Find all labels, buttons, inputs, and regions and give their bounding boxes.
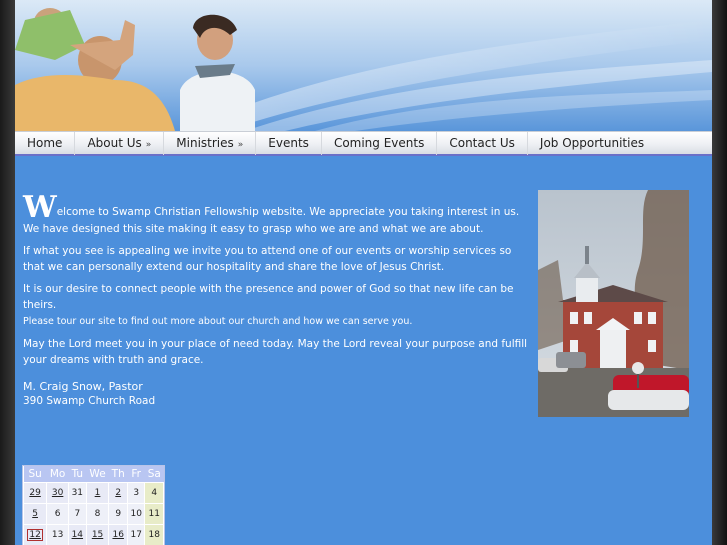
calendar-day-number: 12 [27, 528, 43, 541]
weekday-header: Sa [144, 466, 164, 482]
church-address: 390 Swamp Church Road [23, 395, 156, 407]
calendar-day-number: 4 [151, 487, 158, 498]
calendar-day-today[interactable]: 12 [22, 523, 48, 545]
calendar-day-number: 14 [71, 529, 84, 540]
calendar-week-row: 12 13 14 15 16 17 18 [22, 523, 164, 545]
calendar-day-number: 30 [51, 487, 64, 498]
calendar-day-number: 18 [148, 529, 160, 540]
calendar-day-number: 17 [130, 529, 142, 540]
main-nav: Home About Us» Ministries» Events Coming… [15, 131, 712, 156]
weekday-header: Th [108, 466, 128, 482]
church-photo-image [538, 190, 689, 417]
calendar-day-link[interactable]: 30 [46, 481, 70, 504]
submenu-arrow-icon: » [237, 139, 244, 150]
calendar-body: 29 30 31 1 2 3 4 5 6 7 8 9 10 11 12 13 14 15 16 17 18 [22, 481, 164, 545]
calendar-day-number: 2 [115, 487, 122, 498]
right-frame [712, 0, 727, 545]
invite-paragraph: If what you see is appealing we invite y… [23, 245, 512, 273]
calendar-day: 9 [108, 502, 128, 525]
calendar-day-link[interactable]: 16 [108, 523, 128, 545]
calendar-day: 13 [46, 523, 70, 545]
calendar-day-link[interactable]: 14 [68, 523, 87, 545]
nav-coming-events[interactable]: Coming Events [322, 131, 438, 155]
calendar-day-number: 7 [74, 508, 81, 519]
signature-block: M. Craig Snow, Pastor 390 Swamp Church R… [23, 380, 535, 408]
mission-text: It is our desire to connect people with … [23, 283, 514, 311]
calendar-day: 17 [126, 523, 146, 545]
nav-ministries[interactable]: Ministries» [164, 131, 257, 155]
calendar-day-number: 10 [130, 508, 142, 519]
calendar-day-number: 13 [51, 529, 64, 540]
calendar-day: 31 [68, 481, 87, 504]
calendar-day-link[interactable]: 15 [85, 523, 110, 545]
nav-contact-us-label: Contact Us [449, 135, 515, 150]
nav-job-opportunities[interactable]: Job Opportunities [528, 132, 656, 155]
calendar-day: 6 [46, 502, 70, 525]
calendar-day: 4 [144, 481, 164, 504]
weekday-header: Tu [68, 466, 87, 482]
tour-text: Please tour our site to find out more ab… [23, 316, 413, 327]
weekday-header: Fr [127, 466, 145, 482]
calendar-day: 10 [126, 502, 146, 525]
calendar-day-link[interactable]: 5 [22, 502, 48, 525]
calendar-day-number: 3 [133, 487, 140, 498]
calendar-day-number: 16 [112, 529, 124, 540]
calendar-week-row: 29 30 31 1 2 3 4 [22, 481, 164, 504]
calendar-day-number: 31 [71, 487, 84, 498]
nav-home-label: Home [27, 135, 63, 150]
welcome-paragraph: Welcome to Swamp Christian Fellowship we… [23, 193, 535, 237]
calendar-day-number: 9 [115, 508, 122, 519]
calendar-day: 8 [85, 502, 110, 525]
calendar-day-number: 1 [94, 487, 101, 498]
welcome-text: elcome to Swamp Christian Fellowship web… [23, 206, 520, 235]
calendar-day-number: 6 [54, 508, 61, 519]
calendar-grid: Su Mo Tu We Th Fr Sa 29 30 31 1 2 3 4 5 6 7 8 9 10 11… [22, 466, 164, 545]
header-banner-image [15, 0, 712, 131]
church-photo [538, 190, 689, 417]
blessing-paragraph: May the Lord meet you in your place of n… [23, 338, 528, 366]
nav-about-us-label: About Us [87, 135, 142, 150]
mission-paragraph: It is our desire to connect people with … [23, 281, 535, 330]
calendar-day: 11 [144, 502, 164, 525]
submenu-arrow-icon: » [145, 139, 152, 150]
page: Home About Us» Ministries» Events Coming… [15, 0, 712, 545]
calendar-day-link[interactable]: 2 [108, 481, 128, 504]
nav-coming-events-label: Coming Events [333, 135, 425, 150]
calendar-day-number: 15 [91, 529, 104, 540]
header-banner [15, 0, 712, 131]
nav-about-us[interactable]: About Us» [75, 131, 165, 155]
calendar-day-link[interactable]: 29 [22, 481, 48, 504]
calendar-day: 18 [144, 523, 164, 545]
calendar: Su Mo Tu We Th Fr Sa 29 30 31 1 2 3 4 5 6 7 8 9 10 11… [22, 465, 165, 545]
nav-events-label: Events [268, 135, 309, 150]
calendar-week-row: 5 6 7 8 9 10 11 [22, 502, 164, 525]
nav-ministries-label: Ministries [176, 135, 234, 150]
nav-job-opportunities-label: Job Opportunities [539, 135, 645, 150]
weekday-header: We [86, 466, 109, 482]
calendar-day-link[interactable]: 1 [85, 481, 110, 504]
calendar-day-number: 5 [32, 508, 38, 519]
left-frame [0, 0, 15, 545]
nav-home[interactable]: Home [15, 131, 76, 155]
pastor-name: M. Craig Snow, Pastor [23, 380, 143, 393]
nav-events[interactable]: Events [256, 131, 322, 155]
calendar-day: 3 [126, 481, 146, 504]
calendar-weekday-row: Su Mo Tu We Th Fr Sa [23, 466, 164, 482]
calendar-day-number: 11 [148, 508, 160, 519]
welcome-section: Welcome to Swamp Christian Fellowship we… [23, 193, 535, 408]
calendar-day: 7 [68, 502, 87, 525]
weekday-header: Mo [46, 466, 69, 482]
nav-contact-us[interactable]: Contact Us [437, 131, 528, 155]
calendar-day-number: 8 [94, 508, 101, 519]
weekday-header: Su [23, 466, 47, 482]
dropcap: W [23, 190, 57, 225]
calendar-day-number: 29 [29, 487, 41, 498]
